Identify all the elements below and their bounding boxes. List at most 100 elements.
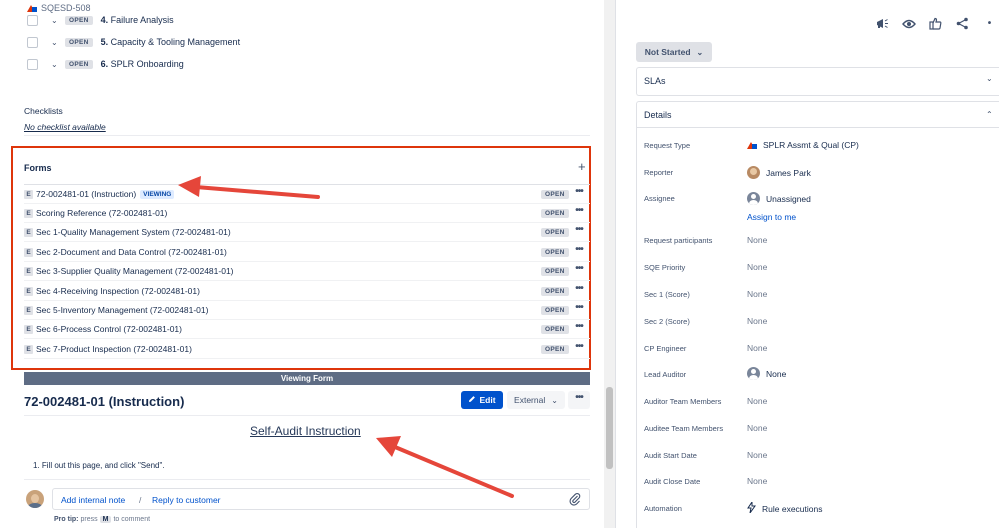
- form-row[interactable]: E Sec 6-Process Control (72-002481-01) O…: [24, 320, 590, 339]
- status-dropdown[interactable]: Not Started ⌄: [636, 42, 712, 62]
- more-actions-button[interactable]: •••: [572, 245, 586, 258]
- form-row[interactable]: E Sec 1-Quality Management System (72-00…: [24, 223, 590, 242]
- field-value-cp-engineer[interactable]: None: [747, 343, 767, 353]
- more-icon[interactable]: •: [982, 16, 997, 31]
- form-name[interactable]: Sec 6-Process Control (72-002481-01): [36, 324, 182, 334]
- form-name[interactable]: Sec 3-Supplier Quality Management (72-00…: [36, 266, 234, 276]
- chevron-down-icon: ⌄: [696, 47, 704, 57]
- more-actions-button[interactable]: •••: [572, 342, 586, 355]
- field-label-request-type: Request Type: [644, 141, 691, 150]
- megaphone-icon[interactable]: [874, 16, 889, 31]
- field-value-participants[interactable]: None: [747, 235, 767, 245]
- form-row[interactable]: E Sec 7-Product Inspection (72-002481-01…: [24, 340, 590, 359]
- form-type-icon: E: [24, 305, 33, 315]
- subtask-number: 4.: [100, 15, 109, 25]
- subtask-checkbox[interactable]: [27, 58, 38, 70]
- more-actions-button[interactable]: •••: [572, 225, 586, 238]
- field-value-audit-close[interactable]: None: [747, 476, 767, 486]
- more-actions-button[interactable]: •••: [572, 322, 586, 335]
- issue-key[interactable]: SQESD-508: [41, 3, 91, 13]
- reply-to-customer-link[interactable]: Reply to customer: [152, 495, 221, 505]
- field-label-cp-engineer: CP Engineer: [644, 344, 687, 353]
- assign-to-me-link[interactable]: Assign to me: [747, 212, 796, 222]
- field-value-audit-start[interactable]: None: [747, 450, 767, 460]
- form-name[interactable]: Sec 7-Product Inspection (72-002481-01): [36, 344, 192, 354]
- lightning-icon: [747, 500, 756, 515]
- add-internal-note-link[interactable]: Add internal note: [61, 495, 125, 505]
- default-avatar-icon: [747, 367, 760, 380]
- subtask-checkbox[interactable]: [27, 36, 38, 48]
- scrollbar-thumb[interactable]: [606, 387, 613, 469]
- form-name[interactable]: Sec 2-Document and Data Control (72-0024…: [36, 247, 227, 257]
- subtask-row[interactable]: ⌄ OPEN 5. Capacity & Tooling Management: [27, 35, 240, 49]
- more-actions-button[interactable]: •••: [572, 303, 586, 316]
- subtask-title[interactable]: 5. Capacity & Tooling Management: [101, 37, 240, 47]
- slas-heading[interactable]: SLAs: [644, 76, 666, 86]
- status-lozenge: OPEN: [541, 324, 569, 334]
- thumbs-up-icon[interactable]: [928, 16, 943, 31]
- form-name[interactable]: Sec 4-Receiving Inspection (72-002481-01…: [36, 286, 200, 296]
- status-lozenge: OPEN: [541, 208, 569, 218]
- edit-button[interactable]: Edit: [461, 391, 503, 409]
- form-row[interactable]: E Sec 5-Inventory Management (72-002481-…: [24, 301, 590, 320]
- more-actions-button[interactable]: •••: [572, 187, 586, 200]
- form-name[interactable]: Sec 1-Quality Management System (72-0024…: [36, 227, 231, 237]
- protip-rest: to comment: [113, 516, 151, 523]
- viewing-badge: VIEWING: [140, 189, 175, 199]
- chevron-down-icon[interactable]: ⌄: [986, 74, 993, 83]
- chevron-down-icon[interactable]: ⌄: [51, 38, 59, 47]
- paperclip-icon[interactable]: [569, 492, 581, 508]
- field-value-sec2-score[interactable]: None: [747, 316, 767, 326]
- add-form-button[interactable]: +: [578, 160, 586, 173]
- subtask-name: SPLR Onboarding: [110, 59, 184, 69]
- form-type-icon: E: [24, 344, 33, 354]
- visibility-dropdown[interactable]: External ⌄: [507, 391, 565, 409]
- status-lozenge: OPEN: [541, 227, 569, 237]
- form-name[interactable]: 72-002481-01 (Instruction): [36, 189, 136, 199]
- field-label-auditor-team: Auditor Team Members: [644, 397, 722, 406]
- chevron-down-icon[interactable]: ⌄: [51, 60, 59, 69]
- subtask-checkbox[interactable]: [27, 14, 38, 26]
- field-value-reporter[interactable]: James Park: [747, 166, 811, 179]
- shortcut-key: M: [99, 516, 112, 523]
- eye-icon[interactable]: [901, 16, 916, 31]
- form-more-button[interactable]: •••: [568, 391, 590, 409]
- field-value-automation[interactable]: Rule executions: [747, 500, 822, 515]
- subtask-row[interactable]: ⌄ OPEN 6. SPLR Onboarding: [27, 57, 184, 71]
- field-value-request-type[interactable]: SPLR Assmt & Qual (CP): [747, 140, 859, 150]
- form-type-icon: E: [24, 208, 33, 218]
- more-actions-button[interactable]: •••: [572, 206, 586, 219]
- share-icon[interactable]: [955, 16, 970, 31]
- slas-panel[interactable]: [636, 67, 999, 96]
- field-value-sqe-priority[interactable]: None: [747, 262, 767, 272]
- protip-press: press: [80, 516, 98, 523]
- more-actions-button[interactable]: •••: [572, 264, 586, 277]
- subtask-title[interactable]: 4. Failure Analysis: [101, 15, 174, 25]
- field-value-lead-auditor[interactable]: None: [747, 367, 786, 380]
- chevron-up-icon[interactable]: ⌃: [986, 110, 993, 119]
- details-heading[interactable]: Details: [644, 110, 672, 120]
- arrow-to-form-heading: [376, 436, 514, 498]
- field-value-auditor-team[interactable]: None: [747, 396, 767, 406]
- form-row[interactable]: E 72-002481-01 (Instruction) VIEWING OPE…: [24, 185, 590, 204]
- field-value-auditee-team[interactable]: None: [747, 423, 767, 433]
- checklists-empty-text: No checklist available: [24, 122, 106, 132]
- subtask-row[interactable]: ⌄ OPEN 4. Failure Analysis: [27, 13, 174, 27]
- field-value-assignee[interactable]: Unassigned: [747, 192, 811, 205]
- breadcrumb[interactable]: SQESD-508: [27, 3, 91, 13]
- form-row[interactable]: E Sec 4-Receiving Inspection (72-002481-…: [24, 282, 590, 301]
- chevron-down-icon[interactable]: ⌄: [51, 16, 59, 25]
- form-row[interactable]: E Scoring Reference (72-002481-01) OPEN …: [24, 204, 590, 223]
- scrollbar[interactable]: [604, 0, 615, 528]
- form-row[interactable]: E Sec 2-Document and Data Control (72-00…: [24, 243, 590, 262]
- more-actions-button[interactable]: •••: [572, 284, 586, 297]
- form-name[interactable]: Scoring Reference (72-002481-01): [36, 208, 167, 218]
- field-value-sec1-score[interactable]: None: [747, 289, 767, 299]
- form-name[interactable]: Sec 5-Inventory Management (72-002481-01…: [36, 305, 208, 315]
- forms-heading: Forms: [24, 163, 52, 173]
- issue-sidebar: • Not Started ⌄ SLAs ⌄ Details ⌃ Request…: [616, 0, 999, 528]
- form-row[interactable]: E Sec 3-Supplier Quality Management (72-…: [24, 262, 590, 281]
- comment-box[interactable]: Add internal note / Reply to customer: [52, 488, 590, 510]
- rule-executions-link[interactable]: Rule executions: [762, 504, 822, 514]
- subtask-title[interactable]: 6. SPLR Onboarding: [101, 59, 184, 69]
